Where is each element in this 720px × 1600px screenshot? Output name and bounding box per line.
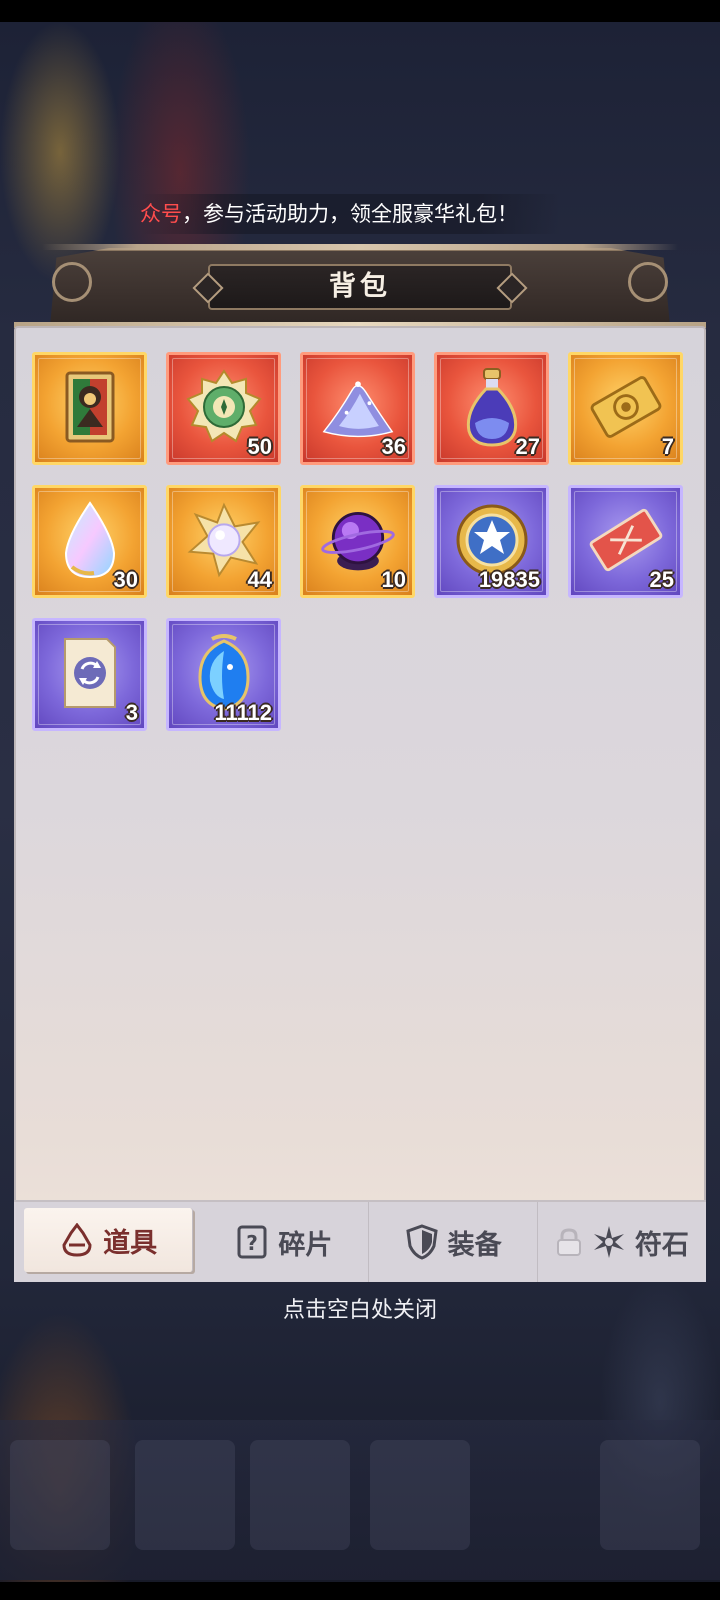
close-hint[interactable]: 点击空白处关闭 (0, 1292, 720, 1324)
tab-fragments[interactable]: ? 碎片 (199, 1202, 369, 1282)
status-bar (0, 0, 720, 22)
background-nav-slot (10, 1440, 110, 1550)
announcement-marquee: 众号，参与活动助力，领全服豪华礼包！ (140, 194, 560, 234)
item-slot-star-coin[interactable]: 19835 (434, 485, 549, 598)
tab-label: 装备 (447, 1229, 502, 1261)
item-slot-rainbow-drop[interactable]: 30 (32, 485, 147, 598)
question-card-icon: ? (234, 1224, 270, 1260)
background-nav-slot (135, 1440, 235, 1550)
item-flask-icon (59, 1222, 95, 1258)
rune-star-icon (591, 1224, 627, 1260)
item-slot-red-ticket[interactable]: 25 (568, 485, 683, 598)
golden-ticket-icon (588, 369, 664, 445)
item-count: 7 (661, 434, 674, 459)
item-slot-refresh-scroll[interactable]: 3 (32, 618, 147, 731)
blue-gem-icon (186, 634, 262, 711)
star-coin-icon (454, 502, 530, 578)
item-count: 19835 (478, 567, 540, 592)
item-slot-crystal-dust[interactable]: 36 (300, 352, 415, 465)
purple-orb-icon (320, 502, 396, 578)
tab-items[interactable]: 道具 (24, 1208, 194, 1272)
item-slot-golden-ticket[interactable]: 7 (568, 352, 683, 465)
corner-ornament-left (52, 262, 92, 302)
tab-label: 道具 (103, 1227, 158, 1259)
item-count: 36 (381, 434, 406, 459)
nav-bar (0, 1582, 720, 1600)
crystal-dust-icon (320, 369, 396, 445)
red-ticket-icon (588, 502, 664, 578)
tab-label: 碎片 (278, 1229, 333, 1261)
background-nav-slot (600, 1440, 700, 1550)
inventory-grid: 50 36 27 7 30 44 10 19835 25 3 11112 (32, 352, 692, 731)
item-slot-blue-gem[interactable]: 11112 (166, 618, 281, 731)
header-rim (42, 244, 678, 250)
panel-title: 背包 (329, 271, 391, 302)
announcement-text: ，参与活动助力，领全服豪华礼包！ (182, 202, 518, 226)
tab-equipment[interactable]: 装备 (369, 1202, 538, 1282)
inventory-tabs: 道具 ? 碎片 装备 符石 (14, 1200, 706, 1282)
item-slot-purple-orb[interactable]: 10 (300, 485, 415, 598)
background-nav-slot (370, 1440, 470, 1550)
svg-text:?: ? (247, 1231, 259, 1255)
item-count: 50 (247, 434, 272, 459)
item-slot-potion-flask[interactable]: 27 (434, 352, 549, 465)
lock-icon (555, 1224, 583, 1260)
diamond-flower-icon (186, 502, 262, 578)
shield-icon (404, 1224, 440, 1260)
potion-flask-icon (454, 368, 530, 447)
item-count: 25 (649, 567, 674, 592)
item-slot-diamond-flower[interactable]: 44 (166, 485, 281, 598)
tab-runes[interactable]: 符石 (538, 1202, 706, 1282)
item-count: 30 (113, 567, 138, 592)
item-count: 11112 (214, 700, 272, 725)
corner-ornament-right (628, 262, 668, 302)
item-slot-hero-card[interactable] (32, 352, 147, 465)
emblem-medal-icon (186, 369, 262, 445)
announcement-highlight: 众号 (140, 202, 182, 226)
item-slot-emblem-medal[interactable]: 50 (166, 352, 281, 465)
item-count: 3 (125, 700, 138, 725)
background-nav-slot (250, 1440, 350, 1550)
item-count: 27 (515, 434, 540, 459)
rainbow-drop-icon (52, 501, 128, 579)
item-count: 44 (247, 567, 272, 592)
item-count: 10 (381, 567, 406, 592)
tab-label: 符石 (634, 1229, 689, 1261)
refresh-scroll-icon (52, 635, 128, 711)
hero-card-icon (52, 369, 128, 445)
